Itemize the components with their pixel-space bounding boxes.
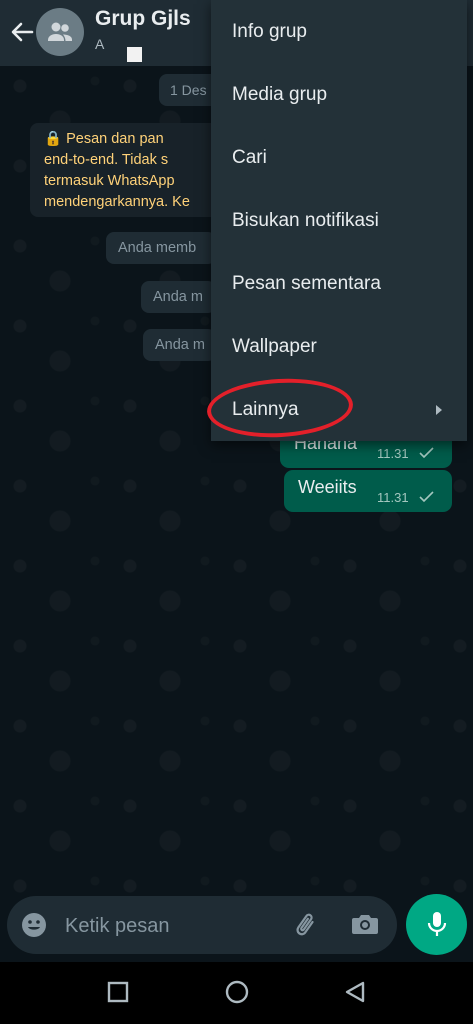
chevron-right-icon — [436, 405, 442, 415]
encryption-notice[interactable]: 🔒 Pesan dan pan end-to-end. Tidak s term… — [30, 123, 230, 217]
emoji-icon[interactable] — [21, 912, 47, 938]
square-nav-icon[interactable] — [107, 980, 129, 1004]
back-arrow-icon[interactable] — [8, 18, 36, 46]
chat-subtitle: A — [95, 36, 105, 52]
menu-item-info-grup[interactable]: Info grup — [211, 0, 467, 63]
message-composer — [7, 896, 397, 954]
menu-item-wallpaper[interactable]: Wallpaper — [211, 315, 467, 378]
mic-icon — [427, 912, 447, 936]
message-time: 11.31 — [377, 446, 409, 461]
paperclip-icon[interactable] — [294, 911, 320, 939]
system-message: Anda m — [143, 329, 216, 361]
system-message: Anda m — [141, 281, 216, 313]
message-time: 11.31 — [377, 490, 409, 505]
status-square — [127, 47, 142, 62]
message-input[interactable] — [63, 908, 287, 944]
triangle-back-icon[interactable] — [343, 980, 367, 1004]
circle-nav-icon[interactable] — [224, 980, 250, 1006]
message-text: Weeiits — [298, 477, 357, 497]
menu-item-cari[interactable]: Cari — [211, 126, 467, 189]
outgoing-message[interactable]: Weeiits 11.31 — [284, 470, 452, 512]
system-message: Anda memb — [106, 232, 216, 264]
chat-title[interactable]: Grup Gjls — [95, 7, 191, 31]
sent-check-icon — [419, 447, 434, 459]
menu-item-bisukan-notifikasi[interactable]: Bisukan notifikasi — [211, 189, 467, 252]
mic-button[interactable] — [406, 894, 467, 955]
group-avatar[interactable] — [36, 8, 84, 56]
group-avatar-icon — [48, 22, 72, 41]
overflow-menu: Info grup Media grup Cari Bisukan notifi… — [211, 0, 467, 441]
sent-check-icon — [419, 491, 434, 503]
menu-item-pesan-sementara[interactable]: Pesan sementara — [211, 252, 467, 315]
system-nav-bar — [0, 962, 473, 1024]
menu-item-media-grup[interactable]: Media grup — [211, 63, 467, 126]
camera-icon[interactable] — [351, 912, 379, 936]
